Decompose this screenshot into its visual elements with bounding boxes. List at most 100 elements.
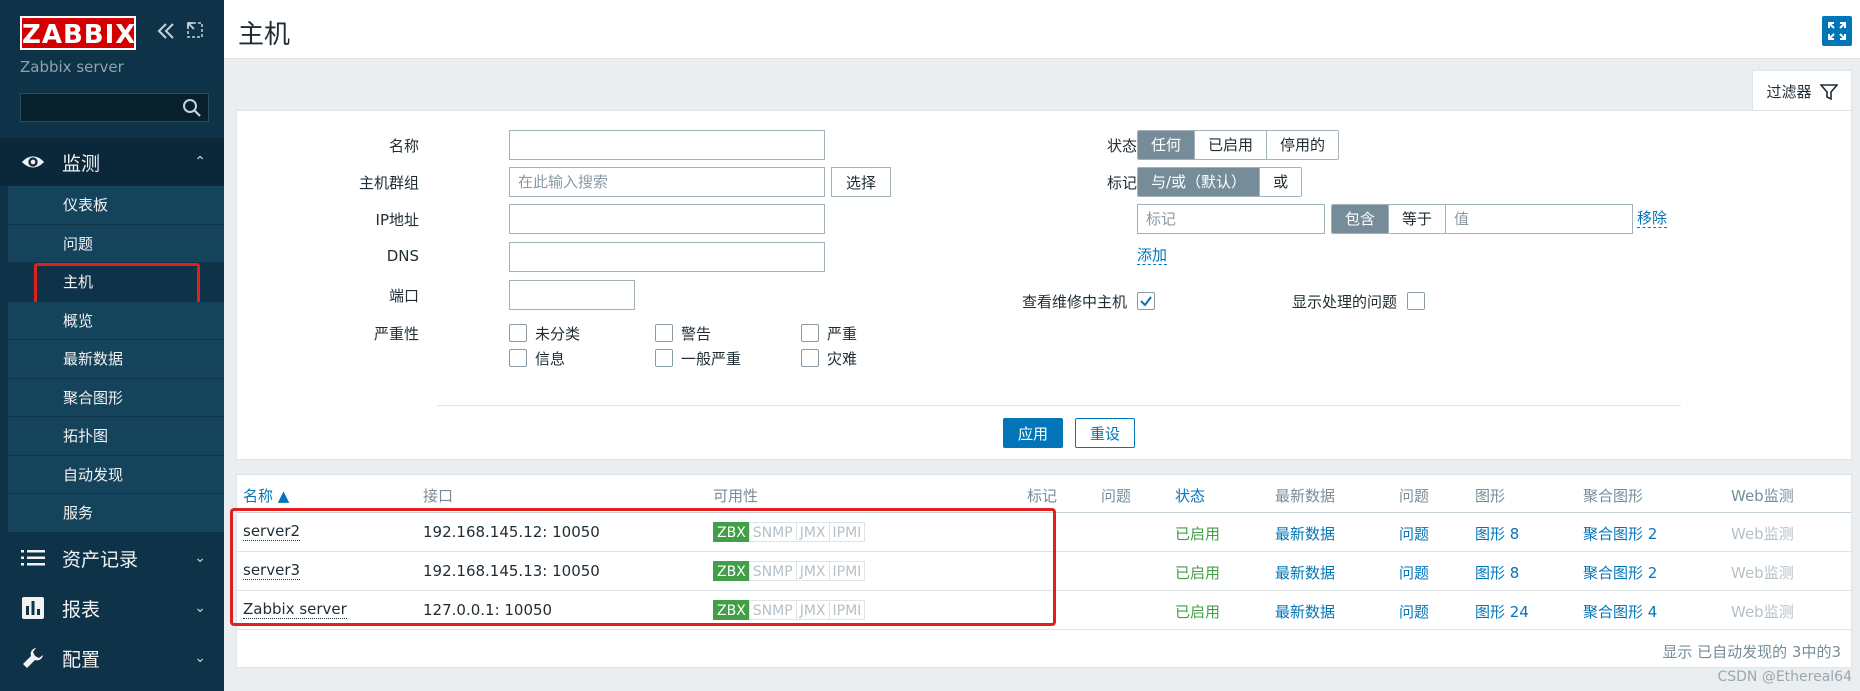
col-problems-header: 问题 xyxy=(1101,487,1132,505)
status-enabled-option[interactable]: 已启用 xyxy=(1195,131,1268,159)
apply-button[interactable]: 应用 xyxy=(1003,418,1063,448)
host-status-link[interactable]: 已启用 xyxy=(1175,601,1220,622)
bar-chart-icon xyxy=(20,595,46,621)
submenu-overview[interactable]: 概览 xyxy=(8,301,224,340)
col-web-header: Web监测 xyxy=(1731,487,1794,505)
host-status-link[interactable]: 已启用 xyxy=(1175,523,1220,544)
latest-data-link[interactable]: 最新数据 xyxy=(1275,562,1335,583)
maintenance-label: 查看维修中主机 xyxy=(1021,293,1127,311)
chevron-down-icon: ⌄ xyxy=(194,650,206,666)
sidebar-search-input[interactable] xyxy=(20,93,209,122)
submenu-discovery[interactable]: 自动发现 xyxy=(8,455,224,494)
col-status-header[interactable]: 状态 xyxy=(1175,485,1205,506)
name-label: 名称 xyxy=(388,137,419,155)
submenu-problems[interactable]: 问题 xyxy=(8,224,224,263)
list-icon xyxy=(20,545,46,571)
status-any-option[interactable]: 任何 xyxy=(1138,131,1196,159)
tag-operator-segment: 包含 等于 xyxy=(1331,204,1447,234)
kiosk-icon[interactable] xyxy=(185,20,205,46)
severity-disaster-checkbox[interactable] xyxy=(801,349,819,367)
severity-information-label: 信息 xyxy=(535,350,566,368)
tag-mode-or-option[interactable]: 或 xyxy=(1260,168,1302,196)
chevron-down-icon: ⌄ xyxy=(194,550,206,566)
menu-reports[interactable]: 报表 ⌄ xyxy=(0,584,224,632)
tags-label: 标记 xyxy=(1106,174,1137,192)
severity-high-checkbox[interactable] xyxy=(801,324,819,342)
page-header: 主机 xyxy=(224,0,1860,59)
screens-link[interactable]: 聚合图形 2 xyxy=(1583,562,1657,583)
sidebar: ZABBIX Zabbix server 监测 ⌃ 仪表板 问题 主机 概览 最… xyxy=(0,0,224,691)
dns-input[interactable] xyxy=(509,242,825,272)
monitoring-submenu: 仪表板 问题 主机 概览 最新数据 聚合图形 拓扑图 自动发现 服务 xyxy=(8,186,224,533)
submenu-services[interactable]: 服务 xyxy=(8,494,224,533)
screens-link[interactable]: 聚合图形 2 xyxy=(1583,523,1657,544)
filter-icon xyxy=(1819,83,1838,100)
add-tag-link[interactable]: 添加 xyxy=(1137,246,1168,265)
col-name-header[interactable]: 名称 ▲ xyxy=(243,485,289,506)
severity-disaster-label: 灾难 xyxy=(827,350,858,368)
menu-configuration[interactable]: 配置 ⌄ xyxy=(0,634,224,682)
select-button[interactable]: 选择 xyxy=(831,167,891,197)
double-chevron-left-icon[interactable] xyxy=(155,20,177,48)
graphs-link[interactable]: 图形 8 xyxy=(1475,523,1519,544)
menu-configuration-label: 配置 xyxy=(62,648,101,671)
col-interface-header: 接口 xyxy=(423,487,454,505)
status-disabled-option[interactable]: 停用的 xyxy=(1267,131,1339,159)
problems-link[interactable]: 问题 xyxy=(1399,523,1429,544)
filter-tab[interactable]: 过滤器 xyxy=(1752,70,1852,112)
severity-information-checkbox[interactable] xyxy=(509,349,527,367)
col-graphs-header: 图形 xyxy=(1475,487,1506,505)
submenu-screens[interactable]: 聚合图形 xyxy=(8,378,224,417)
name-input[interactable] xyxy=(509,130,825,160)
submenu-hosts[interactable]: 主机 xyxy=(8,263,224,307)
checkmark-icon xyxy=(1140,296,1152,307)
col-screens-header: 聚合图形 xyxy=(1583,487,1644,505)
severity-not-classified-checkbox[interactable] xyxy=(509,324,527,342)
submenu-latest-data[interactable]: 最新数据 xyxy=(8,340,224,379)
problems-link[interactable]: 问题 xyxy=(1399,601,1429,622)
suppressed-label: 显示处理的问题 xyxy=(1291,293,1397,311)
graphs-link[interactable]: 图形 8 xyxy=(1475,562,1519,583)
port-input[interactable] xyxy=(509,280,635,310)
table-footer-count: 显示 已自动发现的 3中的3 xyxy=(1662,643,1841,661)
submenu-dashboard[interactable]: 仪表板 xyxy=(8,186,224,225)
port-label: 端口 xyxy=(388,287,419,305)
fullscreen-button[interactable] xyxy=(1822,16,1852,46)
zabbix-logo[interactable]: ZABBIX xyxy=(20,16,136,50)
tag-name-input[interactable] xyxy=(1137,204,1325,234)
tag-value-input[interactable] xyxy=(1445,204,1633,234)
ip-label: IP地址 xyxy=(375,211,419,229)
maintenance-checkbox[interactable] xyxy=(1137,292,1155,310)
filter-panel: 名称 主机群组 选择 IP地址 DNS 端口 严重性 未分类 警告 严重 信息 … xyxy=(236,110,1852,460)
host-status-link[interactable]: 已启用 xyxy=(1175,562,1220,583)
search-icon[interactable] xyxy=(182,98,202,118)
submenu-maps[interactable]: 拓扑图 xyxy=(8,417,224,456)
problems-link[interactable]: 问题 xyxy=(1399,562,1429,583)
tag-op-equals-option[interactable]: 等于 xyxy=(1389,205,1446,233)
web-link: Web监测 xyxy=(1731,603,1794,621)
suppressed-checkbox[interactable] xyxy=(1407,292,1425,310)
tag-op-contains-option[interactable]: 包含 xyxy=(1332,205,1390,233)
latest-data-link[interactable]: 最新数据 xyxy=(1275,523,1335,544)
menu-inventory[interactable]: 资产记录 ⌄ xyxy=(0,534,224,582)
menu-inventory-label: 资产记录 xyxy=(62,548,139,571)
screens-link[interactable]: 聚合图形 4 xyxy=(1583,601,1657,622)
severity-warning-checkbox[interactable] xyxy=(655,324,673,342)
remove-tag-link[interactable]: 移除 xyxy=(1637,209,1668,228)
menu-monitoring[interactable]: 监测 ⌃ xyxy=(0,138,224,186)
latest-data-link[interactable]: 最新数据 xyxy=(1275,601,1335,622)
host-group-input[interactable] xyxy=(509,167,825,197)
dns-label: DNS xyxy=(386,247,419,265)
reset-button[interactable]: 重设 xyxy=(1075,418,1135,448)
severity-average-checkbox[interactable] xyxy=(655,349,673,367)
menu-monitoring-label: 监测 xyxy=(62,152,101,175)
ip-input[interactable] xyxy=(509,204,825,234)
eye-icon xyxy=(20,149,46,175)
graphs-link[interactable]: 图形 24 xyxy=(1475,601,1529,622)
wrench-icon xyxy=(20,645,46,671)
status-label: 状态 xyxy=(1106,137,1137,155)
tag-mode-and-or-option[interactable]: 与/或（默认） xyxy=(1138,168,1261,196)
col-availability-header: 可用性 xyxy=(713,487,759,505)
filter-divider xyxy=(437,405,1681,406)
severity-high-label: 严重 xyxy=(827,325,858,343)
